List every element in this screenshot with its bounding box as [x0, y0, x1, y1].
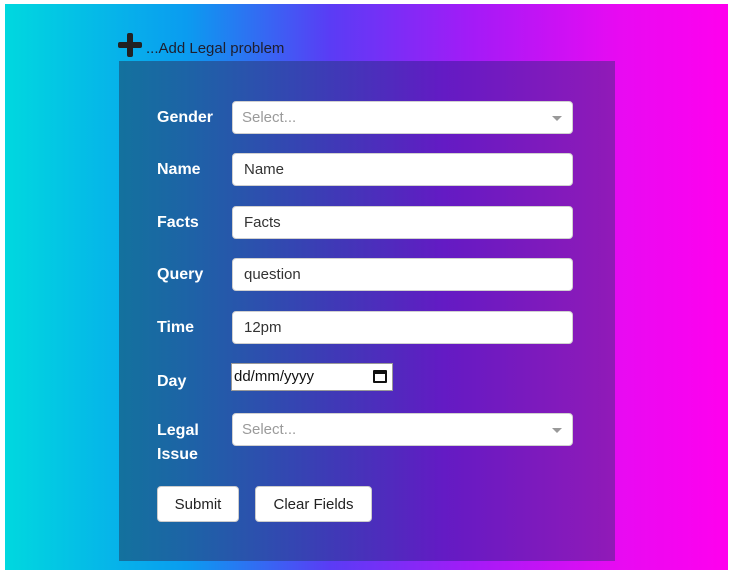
- query-input[interactable]: question: [232, 258, 573, 291]
- facts-label: Facts: [157, 214, 199, 231]
- chevron-down-icon: [552, 116, 562, 121]
- time-label: Time: [157, 319, 195, 336]
- name-input[interactable]: Name: [232, 153, 573, 186]
- form-title: ...Add Legal problem: [146, 40, 285, 57]
- form-header: ...Add Legal problem: [118, 31, 284, 57]
- legal-issue-label-line2: Issue: [157, 446, 198, 463]
- query-label: Query: [157, 266, 204, 283]
- time-input[interactable]: 12pm: [232, 311, 573, 344]
- day-label: Day: [157, 373, 187, 390]
- legal-issue-label-line1: Legal: [157, 422, 199, 439]
- calendar-icon[interactable]: [373, 370, 387, 383]
- gender-select-placeholder: Select...: [242, 109, 297, 126]
- submit-button[interactable]: Submit: [157, 486, 239, 522]
- facts-input[interactable]: Facts: [232, 206, 573, 239]
- page-background: ...Add Legal problem Gender Select... Na…: [5, 4, 728, 570]
- clear-fields-button[interactable]: Clear Fields: [255, 486, 372, 522]
- legal-issue-label: Legal Issue: [157, 419, 199, 467]
- name-label: Name: [157, 161, 201, 178]
- gender-label: Gender: [157, 109, 214, 126]
- legal-issue-select-placeholder: Select...: [242, 421, 297, 438]
- chevron-down-icon: [552, 428, 562, 433]
- legal-issue-select[interactable]: Select...: [232, 413, 573, 446]
- plus-icon[interactable]: [118, 33, 142, 57]
- gender-select[interactable]: Select...: [232, 101, 573, 134]
- day-date-input[interactable]: dd/mm/yyyy: [231, 363, 393, 391]
- day-date-value: dd/mm/yyyy: [234, 368, 315, 385]
- legal-problem-form: Gender Select... Name Name Facts Facts Q…: [119, 61, 615, 561]
